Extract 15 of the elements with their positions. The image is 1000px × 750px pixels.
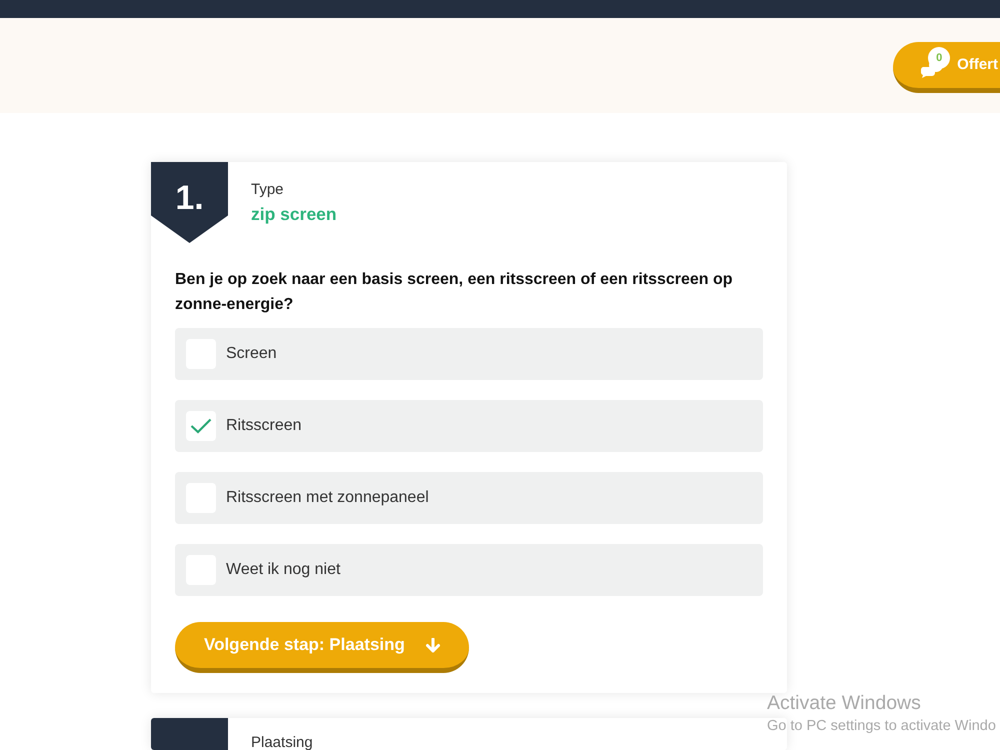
step-value: zip screen <box>251 203 337 225</box>
option-item[interactable]: Ritsscreen <box>175 400 763 452</box>
step-number-tag: 1. <box>151 162 228 243</box>
option-item[interactable]: Weet ik nog niet <box>175 544 763 596</box>
checkbox[interactable] <box>186 411 216 441</box>
activation-message: Go to PC settings to activate Windo <box>767 717 996 735</box>
count-badge: 0 <box>928 47 950 69</box>
checkmark-icon <box>190 418 212 434</box>
step-title: Type <box>251 181 285 199</box>
question-text: Ben je op zoek naar een basis screen, een ritsscreen of een ritsscreen op zonne-energie? <box>175 270 734 315</box>
arrow-down-icon <box>426 638 440 652</box>
activation-title: Activate Windows <box>767 692 922 714</box>
step-title: Plaatsing <box>251 736 313 750</box>
option-item[interactable]: Screen <box>175 328 763 380</box>
option-item[interactable]: Ritsscreen met zonnepaneel <box>175 472 763 524</box>
